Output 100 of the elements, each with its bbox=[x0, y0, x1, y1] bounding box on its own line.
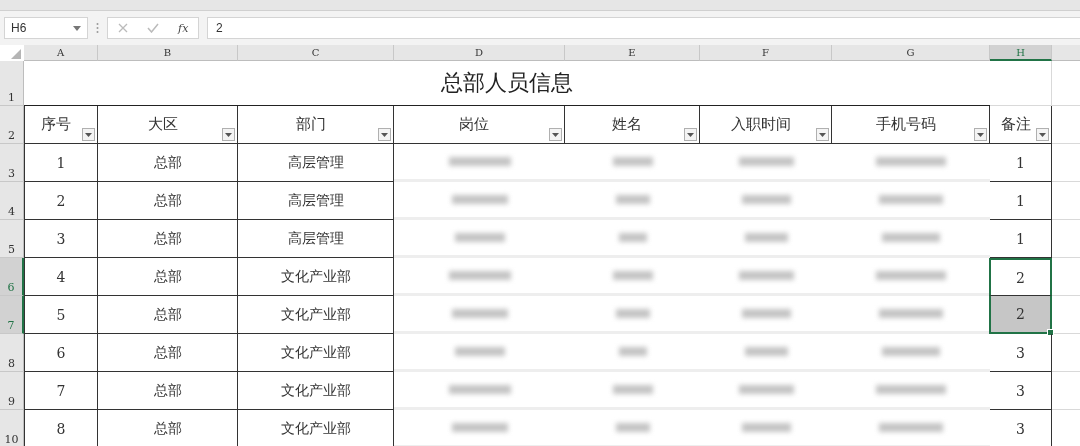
column-header[interactable]: B bbox=[98, 45, 238, 61]
column-header[interactable]: C bbox=[238, 45, 394, 61]
blurred-text bbox=[741, 309, 791, 318]
filter-dropdown-button[interactable] bbox=[222, 128, 235, 141]
blurred-text bbox=[615, 195, 650, 204]
table-cell: 文化产业部 bbox=[280, 267, 351, 286]
table-cell: 总部 bbox=[153, 191, 182, 210]
formula-input[interactable]: 2 bbox=[207, 17, 1080, 39]
column-heading: 大区 bbox=[147, 115, 178, 134]
column-header[interactable]: H bbox=[990, 45, 1052, 61]
filter-dropdown-button[interactable] bbox=[378, 128, 391, 141]
filter-dropdown-button[interactable] bbox=[1036, 128, 1049, 141]
table-cell: 4 bbox=[56, 268, 66, 285]
filter-dropdown-button[interactable] bbox=[816, 128, 829, 141]
table-cell: 总部 bbox=[153, 305, 182, 324]
table-cell: 1 bbox=[1016, 154, 1025, 171]
blurred-text bbox=[876, 385, 946, 394]
blurred-text bbox=[876, 157, 946, 166]
caret-icon bbox=[552, 132, 559, 137]
caret-icon bbox=[819, 132, 826, 137]
table-cell: 高层管理 bbox=[287, 229, 344, 248]
fill-handle[interactable] bbox=[1047, 329, 1054, 336]
row-header[interactable]: 1 bbox=[0, 61, 24, 106]
blurred-text bbox=[618, 347, 647, 356]
table-cell: 8 bbox=[56, 420, 66, 437]
blurred-text bbox=[454, 233, 505, 242]
caret-icon bbox=[381, 132, 388, 137]
blurred-text bbox=[612, 271, 653, 280]
table-cell: 总部 bbox=[153, 153, 182, 172]
table-cell: 文化产业部 bbox=[280, 343, 351, 362]
column-header[interactable]: E bbox=[565, 45, 700, 61]
blurred-text bbox=[741, 423, 791, 432]
table-cell: 5 bbox=[56, 306, 66, 323]
table-cell: 6 bbox=[56, 344, 66, 361]
blurred-text bbox=[448, 271, 511, 280]
table-cell: 2 bbox=[1016, 306, 1025, 322]
blurred-text bbox=[879, 423, 943, 432]
blurred-text bbox=[882, 347, 940, 356]
blurred-text bbox=[615, 423, 650, 432]
check-icon[interactable] bbox=[146, 23, 159, 33]
column-heading: 手机号码 bbox=[875, 115, 936, 134]
blurred-text bbox=[618, 233, 647, 242]
blurred-text bbox=[738, 157, 794, 166]
sheet-title: 总部人员信息 bbox=[24, 61, 990, 106]
column-heading: 入职时间 bbox=[730, 115, 791, 134]
table-cell: 总部 bbox=[153, 229, 182, 248]
column-heading: 姓名 bbox=[612, 115, 642, 134]
blurred-text bbox=[448, 157, 511, 166]
table-cell: 总部 bbox=[153, 381, 182, 400]
blurred-text bbox=[876, 271, 946, 280]
table-cell: 文化产业部 bbox=[280, 419, 351, 438]
blurred-text bbox=[738, 385, 794, 394]
column-header[interactable]: A bbox=[24, 45, 98, 61]
blurred-text bbox=[454, 347, 505, 356]
column-heading: 备注 bbox=[1000, 115, 1031, 134]
column-heading: 岗位 bbox=[459, 115, 489, 134]
blurred-text bbox=[615, 309, 650, 318]
table-cell: 总部 bbox=[153, 419, 182, 438]
column-header[interactable]: D bbox=[394, 45, 565, 61]
filter-dropdown-button[interactable] bbox=[549, 128, 562, 141]
caret-icon bbox=[1039, 132, 1046, 137]
blurred-text bbox=[879, 195, 943, 204]
filter-dropdown-button[interactable] bbox=[974, 128, 987, 141]
blurred-text bbox=[741, 195, 791, 204]
row-header[interactable]: 6 bbox=[0, 258, 24, 296]
row-header[interactable]: 5 bbox=[0, 220, 24, 258]
table-cell: 3 bbox=[1016, 344, 1025, 361]
table-cell: 7 bbox=[56, 382, 66, 399]
name-box[interactable]: H6 bbox=[4, 17, 88, 39]
column-header[interactable]: F bbox=[700, 45, 832, 61]
blurred-text bbox=[612, 385, 653, 394]
blurred-text bbox=[451, 309, 508, 318]
row-header[interactable]: 8 bbox=[0, 334, 24, 372]
blurred-text bbox=[612, 157, 653, 166]
insert-function-button[interactable]: fx bbox=[178, 21, 189, 35]
blurred-text bbox=[448, 385, 511, 394]
table-cell: 2 bbox=[1016, 269, 1025, 286]
filter-dropdown-button[interactable] bbox=[684, 128, 697, 141]
column-header[interactable]: G bbox=[832, 45, 990, 61]
blurred-text bbox=[879, 309, 943, 318]
row-header[interactable]: 3 bbox=[0, 144, 24, 182]
row-header[interactable]: 4 bbox=[0, 182, 24, 220]
drag-handle-icon[interactable] bbox=[96, 22, 99, 34]
blurred-text bbox=[451, 195, 508, 204]
row-header[interactable]: 10 bbox=[0, 410, 24, 446]
row-header[interactable]: 9 bbox=[0, 372, 24, 410]
table-cell: 文化产业部 bbox=[280, 305, 351, 324]
caret-icon bbox=[85, 132, 92, 137]
blurred-text bbox=[744, 347, 788, 356]
row-header[interactable]: 2 bbox=[0, 106, 24, 144]
caret-icon bbox=[73, 25, 81, 31]
table-cell: 3 bbox=[56, 230, 66, 247]
blurred-text bbox=[451, 423, 508, 432]
blurred-text bbox=[882, 233, 940, 242]
table-cell: 3 bbox=[1016, 420, 1025, 437]
column-heading: 部门 bbox=[295, 115, 326, 134]
row-header[interactable]: 7 bbox=[0, 296, 24, 334]
blurred-text bbox=[738, 271, 794, 280]
table-cell: 1 bbox=[56, 154, 66, 171]
filter-dropdown-button[interactable] bbox=[82, 128, 95, 141]
